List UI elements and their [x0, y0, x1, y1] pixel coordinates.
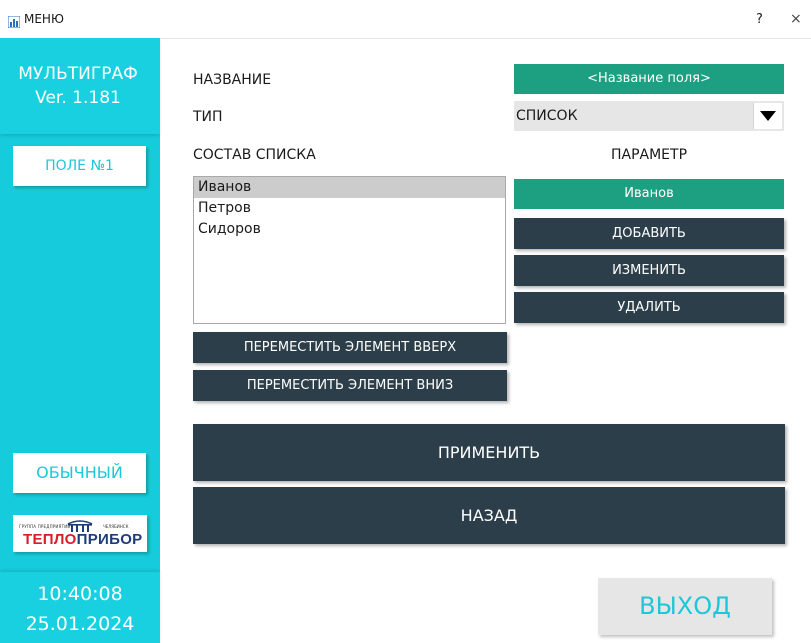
- logo-subtitle-right: ЧЕЛЯБИНСК: [103, 524, 129, 529]
- add-button[interactable]: ДОБАВИТЬ: [514, 218, 784, 249]
- clock-panel: 10:40:08 25.01.2024: [0, 572, 160, 643]
- type-select-value: СПИСОК: [516, 108, 578, 124]
- parameter-label: ПАРАМЕТР: [610, 147, 688, 163]
- help-button[interactable]: ?: [756, 12, 763, 27]
- mode-button[interactable]: ОБЫЧНЫЙ: [13, 453, 146, 493]
- app-chart-icon: [7, 13, 21, 29]
- list-label: СОСТАВ СПИСКА: [193, 147, 316, 163]
- triangle-down-icon: [760, 111, 776, 121]
- field-number-button[interactable]: ПОЛЕ №1: [13, 146, 146, 186]
- type-dropdown-button[interactable]: [753, 103, 782, 129]
- exit-button[interactable]: ВЫХОД: [598, 578, 772, 635]
- window-title: МЕНЮ: [24, 12, 64, 26]
- company-logo: ГРУППА ПРЕДПРИЯТИЙ ЧЕЛЯБИНСК ТЕПЛОПРИБОР: [13, 515, 147, 552]
- name-label: НАЗВАНИЕ: [193, 72, 272, 88]
- logo-subtitle-left: ГРУППА ПРЕДПРИЯТИЙ: [19, 524, 71, 529]
- sidebar: МУЛЬТИГРАФ Ver. 1.181 ПОЛЕ №1 ОБЫЧНЫЙ ГР…: [0, 38, 160, 643]
- close-button[interactable]: ×: [790, 11, 802, 27]
- list-item[interactable]: Сидоров: [194, 219, 505, 240]
- edit-button[interactable]: ИЗМЕНИТЬ: [514, 255, 784, 286]
- title-bar: МЕНЮ ? ×: [0, 0, 811, 39]
- logo-wordmark: ТЕПЛОПРИБОР: [23, 531, 142, 548]
- name-field[interactable]: <Название поля>: [514, 64, 784, 94]
- clock-date: 25.01.2024: [25, 613, 135, 635]
- delete-button[interactable]: УДАЛИТЬ: [514, 292, 784, 323]
- app-name: МУЛЬТИГРАФ: [18, 64, 138, 84]
- app-version: Ver. 1.181: [35, 88, 121, 108]
- list-item[interactable]: Иванов: [194, 177, 505, 198]
- move-down-button[interactable]: ПЕРЕМЕСТИТЬ ЭЛЕМЕНТ ВНИЗ: [193, 370, 507, 401]
- type-label: ТИП: [193, 109, 223, 125]
- move-up-button[interactable]: ПЕРЕМЕСТИТЬ ЭЛЕМЕНТ ВВЕРХ: [193, 332, 507, 363]
- back-button[interactable]: НАЗАД: [193, 487, 785, 544]
- apply-button[interactable]: ПРИМЕНИТЬ: [193, 424, 785, 481]
- clock-time: 10:40:08: [37, 583, 123, 605]
- list-item[interactable]: Петров: [194, 198, 505, 219]
- logo-word-red: ТЕПЛО: [23, 531, 77, 548]
- logo-word-blue: ПРИБОР: [76, 531, 143, 548]
- parameter-field[interactable]: Иванов: [514, 179, 784, 209]
- list-box[interactable]: Иванов Петров Сидоров: [193, 176, 506, 324]
- type-select[interactable]: СПИСОК: [514, 101, 784, 131]
- brand-panel: МУЛЬТИГРАФ Ver. 1.181: [0, 38, 160, 134]
